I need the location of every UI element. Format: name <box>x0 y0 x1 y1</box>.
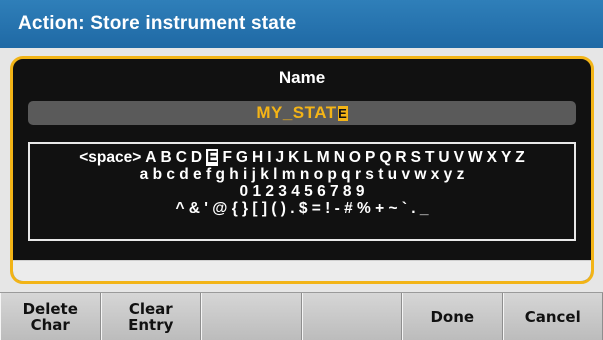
name-input[interactable]: MY_STAT E <box>28 101 576 125</box>
key-G[interactable]: G <box>236 149 248 166</box>
key-T[interactable]: T <box>425 149 434 166</box>
key-D[interactable]: D <box>191 149 202 166</box>
name-entry-panel: Name MY_STAT E <space> A B C D E F G H I J K L M N O P Q R S… <box>10 56 594 284</box>
key-S[interactable]: S <box>411 149 421 166</box>
key-space[interactable]: <space> <box>79 149 141 166</box>
name-input-value: MY_STAT <box>256 103 337 122</box>
text-cursor: E <box>337 105 348 121</box>
keyboard-row-lowercase[interactable]: a b c d e f g h i j k l m n o p q r s t … <box>30 166 574 183</box>
key-M[interactable]: M <box>317 149 330 166</box>
dialog-title: Action: Store instrument state <box>0 0 603 48</box>
character-picker[interactable]: <space> A B C D E F G H I J K L M N O P Q R S T U V W X Y Z a b c … <box>28 142 576 241</box>
key-F[interactable]: F <box>222 149 231 166</box>
key-W[interactable]: W <box>468 149 483 166</box>
key-Y[interactable]: Y <box>501 149 511 166</box>
key-K[interactable]: K <box>288 149 299 166</box>
softkey-3[interactable] <box>201 293 302 340</box>
key-R[interactable]: R <box>395 149 406 166</box>
key-U[interactable]: U <box>438 149 449 166</box>
key-Z[interactable]: Z <box>515 149 524 166</box>
done-button[interactable]: Done <box>402 293 503 340</box>
key-L[interactable]: L <box>303 149 312 166</box>
keyboard-row-uppercase[interactable]: <space> A B C D E F G H I J K L M N O P Q R S T U V W X Y Z <box>30 149 574 166</box>
key-E[interactable]: E <box>206 149 219 166</box>
key-N[interactable]: N <box>334 149 345 166</box>
key-J[interactable]: J <box>276 149 285 166</box>
key-H[interactable]: H <box>252 149 263 166</box>
panel-footer <box>13 260 591 281</box>
softkey-bar: Delete Char Clear Entry Done Cancel <box>0 292 603 340</box>
key-A[interactable]: A <box>145 149 156 166</box>
key-I[interactable]: I <box>267 149 271 166</box>
softkey-4[interactable] <box>301 293 402 340</box>
cancel-button[interactable]: Cancel <box>502 293 603 340</box>
keyboard-row-digits[interactable]: 0 1 2 3 4 5 6 7 8 9 <box>30 183 574 200</box>
clear-entry-button[interactable]: Clear Entry <box>100 293 201 340</box>
key-Q[interactable]: Q <box>379 149 391 166</box>
key-X[interactable]: X <box>487 149 497 166</box>
key-V[interactable]: V <box>454 149 464 166</box>
key-O[interactable]: O <box>349 149 361 166</box>
delete-char-button[interactable]: Delete Char <box>0 293 101 340</box>
key-C[interactable]: C <box>176 149 187 166</box>
key-P[interactable]: P <box>365 149 375 166</box>
keyboard-row-symbols[interactable]: ^ & ' @ { } [ ] ( ) . $ = ! - # % + ~ ` … <box>30 200 574 217</box>
name-label: Name <box>278 68 326 87</box>
key-B[interactable]: B <box>161 149 172 166</box>
